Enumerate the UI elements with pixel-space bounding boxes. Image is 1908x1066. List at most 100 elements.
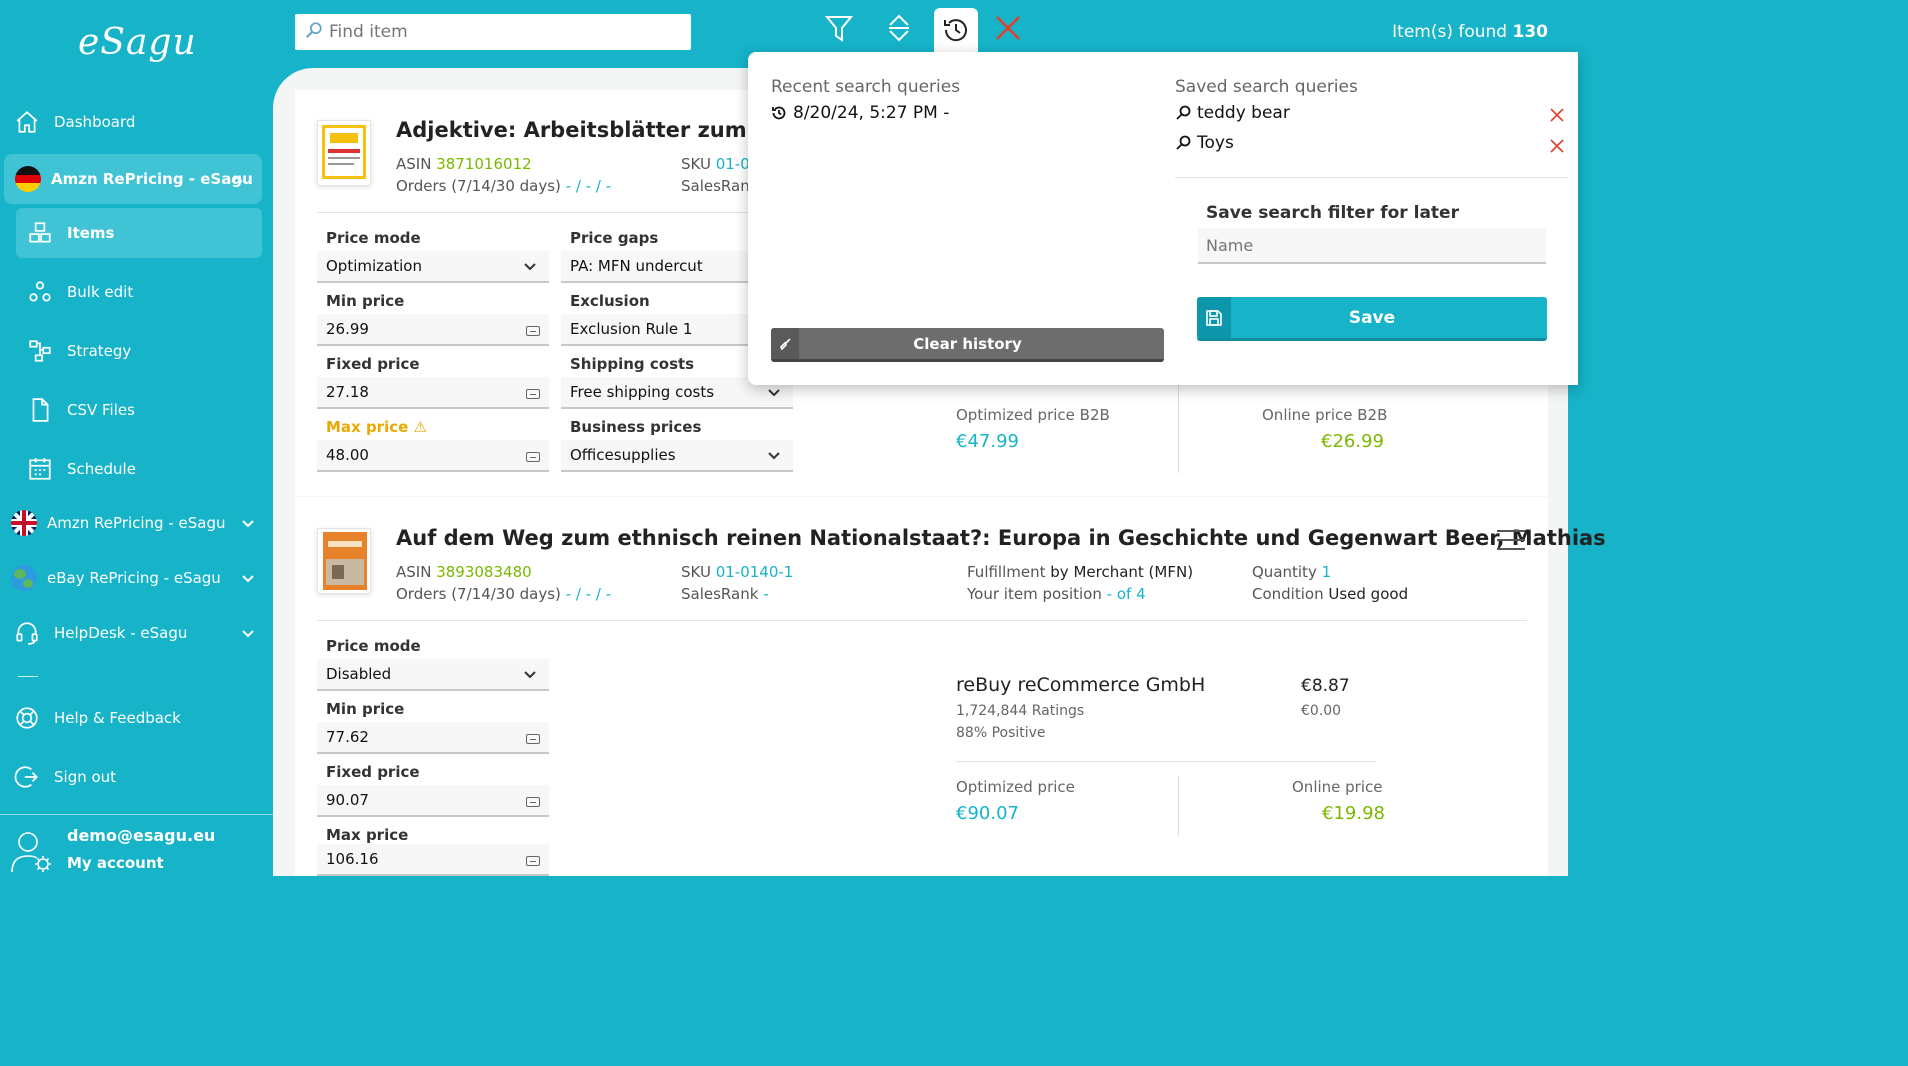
delete-saved-query-button[interactable] — [1549, 107, 1565, 123]
product-salesrank: SalesRank — [681, 177, 758, 195]
min-price-value: 26.99 — [326, 320, 369, 338]
keyboard-icon — [526, 797, 540, 807]
quantity-value: 1 — [1321, 563, 1332, 581]
competitor-name[interactable]: reBuy reCommerce GmbH — [956, 674, 1205, 696]
fixed-price-input[interactable]: 27.18 — [317, 377, 549, 409]
save-button[interactable]: Save — [1197, 297, 1547, 341]
asin-label: ASIN — [396, 155, 432, 173]
optimized-price-label: Optimized price — [956, 778, 1075, 796]
broom-icon — [771, 328, 799, 359]
history-icon — [941, 15, 971, 49]
account-email[interactable]: demo@esagu.eu — [67, 826, 215, 845]
product-condition: Condition Used good — [1252, 585, 1408, 603]
headset-icon — [13, 619, 41, 647]
filter-name-input[interactable] — [1198, 228, 1546, 264]
fixed-price-label: Fixed price — [326, 355, 420, 373]
product-title[interactable]: Auf dem Weg zum ethnisch reinen National… — [396, 526, 1606, 550]
sidebar-group-amzn-uk[interactable]: Amzn RePricing - eSagu — [0, 500, 273, 546]
calendar-icon — [26, 455, 54, 483]
product-position: Your item position - of 4 — [967, 585, 1146, 603]
max-price-input[interactable]: 48.00 — [317, 440, 549, 472]
sidebar-group-helpdesk[interactable]: HelpDesk - eSagu — [0, 610, 273, 656]
chevron-down-icon — [241, 572, 254, 584]
product-thumbnail[interactable] — [317, 528, 371, 594]
orders-value: - / - / - — [565, 177, 612, 195]
search-icon — [1176, 105, 1191, 120]
divider — [0, 814, 273, 815]
divider — [317, 620, 1527, 621]
chevron-down-icon — [523, 260, 537, 274]
sidebar-item-schedule[interactable]: Schedule — [0, 446, 273, 492]
sidebar-group-ebay[interactable]: eBay RePricing - eSagu — [0, 555, 273, 601]
sidebar-item-dashboard[interactable]: Dashboard — [0, 99, 273, 145]
history-icon — [772, 106, 786, 120]
delete-saved-query-button[interactable] — [1549, 138, 1565, 154]
chevron-down-icon — [767, 449, 781, 463]
search-input[interactable] — [329, 22, 669, 42]
asin-value[interactable]: 3871016012 — [436, 155, 531, 173]
min-price-input[interactable]: 26.99 — [317, 314, 549, 346]
uk-flag-icon — [11, 510, 37, 536]
file-icon — [26, 396, 54, 424]
asin-value[interactable]: 3893083480 — [436, 563, 531, 581]
fulfillment-label: Fulfillment — [967, 563, 1046, 581]
search-icon — [305, 21, 325, 43]
condition-value: Used good — [1328, 585, 1409, 603]
online-price-label: Online price B2B — [1262, 406, 1388, 424]
product-orders: Orders (7/14/30 days) - / - / - — [396, 177, 611, 195]
product-salesrank: SalesRank - — [681, 585, 769, 603]
optimized-price-label: Optimized price B2B — [956, 406, 1110, 424]
clear-history-button[interactable]: Clear history — [771, 328, 1164, 362]
strategy-icon — [26, 337, 54, 365]
sidebar-item-label: Amzn RePricing - eSagu — [47, 514, 226, 532]
business-prices-label: Business prices — [570, 418, 702, 436]
orders-label: Orders (7/14/30 days) — [396, 585, 561, 603]
keyboard-icon — [526, 326, 540, 336]
price-mode-select[interactable]: Disabled — [317, 659, 549, 691]
competitor-ratings: 1,724,844 Ratings — [956, 703, 1085, 719]
product-thumbnail[interactable] — [317, 120, 371, 186]
sidebar-item-strategy[interactable]: Strategy — [0, 328, 273, 374]
filter-button[interactable] — [817, 8, 861, 52]
max-price-input[interactable]: 106.16 — [317, 844, 549, 876]
sku-value: 01-0140-1 — [715, 563, 794, 581]
sidebar-group-amzn-de[interactable]: Amzn RePricing - eSagu — [4, 154, 262, 204]
saved-query-item[interactable]: teddy bear — [1175, 103, 1290, 123]
search-box[interactable] — [295, 14, 691, 50]
saved-query-item[interactable]: Toys — [1175, 133, 1234, 153]
clear-filter-button[interactable] — [986, 8, 1030, 52]
save-filter-title: Save search filter for later — [1206, 203, 1459, 223]
saved-queries-title: Saved search queries — [1175, 77, 1358, 97]
max-price-value: 48.00 — [326, 446, 369, 464]
sidebar-item-label: Dashboard — [54, 113, 136, 131]
sidebar-item-help-feedback[interactable]: Help & Feedback — [0, 695, 273, 741]
price-mode-value: Disabled — [326, 665, 392, 683]
sort-button[interactable] — [877, 8, 921, 52]
sidebar-item-sign-out[interactable]: Sign out — [0, 754, 273, 800]
max-price-value: 106.16 — [326, 850, 379, 868]
chevron-down-icon — [523, 668, 537, 682]
home-icon — [13, 108, 41, 136]
menu-icon[interactable] — [1497, 530, 1525, 552]
sidebar-item-bulk-edit[interactable]: Bulk edit — [0, 269, 273, 315]
max-price-label: Max price ⚠ — [326, 418, 427, 436]
items-found: Item(s) found 130 — [1392, 22, 1548, 42]
history-button[interactable] — [934, 8, 978, 56]
price-mode-label: Price mode — [326, 229, 421, 247]
globe-icon — [11, 565, 37, 591]
sidebar-item-items[interactable]: Items — [16, 208, 262, 258]
online-price-value: €19.98 — [1322, 803, 1385, 824]
business-prices-select[interactable]: Officesupplies — [561, 440, 793, 472]
min-price-input[interactable]: 77.62 — [317, 722, 549, 754]
sku-label: SKU — [681, 563, 711, 581]
sidebar-item-csv-files[interactable]: CSV Files — [0, 387, 273, 433]
divider — [18, 676, 38, 677]
recent-query-item[interactable]: 8/20/24, 5:27 PM - — [771, 103, 949, 123]
fixed-price-input[interactable]: 90.07 — [317, 785, 549, 817]
fixed-price-value: 27.18 — [326, 383, 369, 401]
price-mode-select[interactable]: Optimization — [317, 251, 549, 283]
save-button-label: Save — [1348, 307, 1396, 328]
position-value: - of — [1106, 585, 1132, 603]
my-account-link[interactable]: My account — [67, 854, 164, 872]
account-section[interactable]: demo@esagu.eu My account — [0, 816, 273, 876]
